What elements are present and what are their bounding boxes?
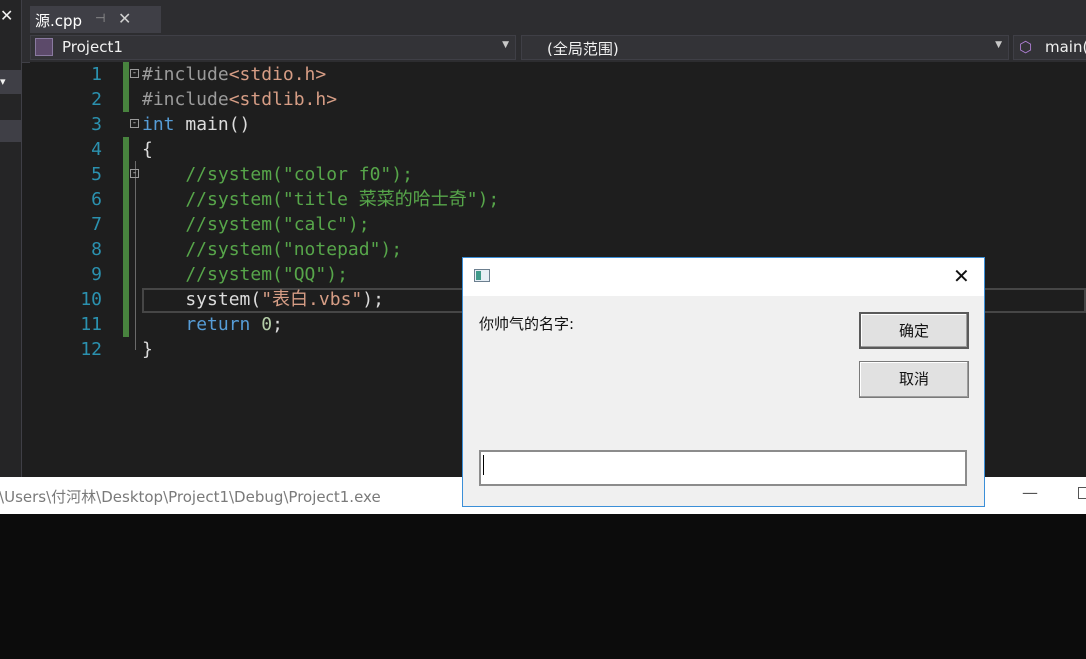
fold-toggle-icon[interactable]: - <box>130 169 139 178</box>
change-marker <box>123 137 129 162</box>
code-line[interactable]: 1 - #include<stdio.h> <box>30 62 1086 87</box>
console-output <box>0 514 1086 659</box>
code-text: } <box>142 339 153 360</box>
code-text: { <box>142 139 153 160</box>
close-icon[interactable]: ✕ <box>118 9 131 28</box>
code-text: int main() <box>142 114 251 135</box>
code-text: #include<stdlib.h> <box>142 89 338 110</box>
line-number: 7 <box>91 214 102 235</box>
input-box-dialog: ✕ 你帅气的名字: 确定 取消 <box>462 257 985 507</box>
project-dropdown[interactable]: Project1 ▼ <box>30 35 516 60</box>
line-number: 9 <box>91 264 102 285</box>
change-marker <box>123 212 129 237</box>
code-line[interactable]: 6 //system("title 菜菜的哈士奇"); <box>30 187 1086 212</box>
fold-toggle-icon[interactable]: - <box>130 69 139 78</box>
navigation-bar: Project1 ▼ (全局范围) ▼ ⬡ main( <box>22 33 1086 63</box>
line-number: 4 <box>91 139 102 160</box>
maximize-icon[interactable] <box>1078 487 1086 499</box>
cancel-button[interactable]: 取消 <box>859 361 969 398</box>
line-number: 5 <box>91 164 102 185</box>
close-icon[interactable]: ✕ <box>0 8 13 24</box>
code-text: //system("calc"); <box>142 214 370 235</box>
code-text: //system("color f0"); <box>142 164 413 185</box>
fold-toggle-icon[interactable]: - <box>130 119 139 128</box>
tab-source-cpp[interactable]: 源.cpp ⊣ ✕ <box>30 6 161 33</box>
line-number: 6 <box>91 189 102 210</box>
code-text: //system("title 菜菜的哈士奇"); <box>142 189 500 210</box>
project-icon <box>35 38 53 56</box>
member-name: main( <box>1045 38 1086 56</box>
change-marker <box>123 187 129 212</box>
code-text: //system("QQ"); <box>142 264 348 285</box>
change-marker <box>123 62 129 87</box>
code-line[interactable]: 3 - int main() <box>30 112 1086 137</box>
close-icon[interactable]: ✕ <box>953 264 970 288</box>
scope-name: (全局范围) <box>547 40 619 58</box>
code-line[interactable]: 2 #include<stdlib.h> <box>30 87 1086 112</box>
line-number: 12 <box>80 339 102 360</box>
line-number: 11 <box>80 314 102 335</box>
text-caret <box>483 455 484 475</box>
ok-button[interactable]: 确定 <box>859 312 969 349</box>
document-tab-bar: 源.cpp ⊣ ✕ <box>22 0 1086 33</box>
code-text: //system("notepad"); <box>142 239 403 260</box>
change-marker <box>123 262 129 287</box>
change-marker <box>123 237 129 262</box>
dialog-title-bar[interactable]: ✕ <box>463 258 984 296</box>
tab-label: 源.cpp <box>35 12 83 30</box>
line-number: 3 <box>91 114 102 135</box>
member-dropdown[interactable]: ⬡ main( <box>1013 35 1086 60</box>
console-window-title: :\Users\付河林\Desktop\Project1\Debug\Proje… <box>0 488 381 506</box>
cube-icon: ⬡ <box>1019 38 1033 56</box>
change-marker <box>123 287 129 312</box>
code-text: #include<stdio.h> <box>142 64 327 85</box>
prompt-label: 你帅气的名字: <box>479 315 575 333</box>
change-marker <box>123 87 129 112</box>
change-marker <box>123 312 129 337</box>
chevron-down-icon: ▼ <box>995 40 1002 50</box>
name-input[interactable] <box>479 450 967 486</box>
pin-icon[interactable]: ⊣ <box>95 11 105 25</box>
line-number: 8 <box>91 239 102 260</box>
chevron-down-icon: ▼ <box>502 40 509 50</box>
window-app-icon <box>474 269 490 282</box>
project-name: Project1 <box>62 38 123 56</box>
code-line[interactable]: 7 //system("calc"); <box>30 212 1086 237</box>
line-number: 10 <box>80 289 102 310</box>
change-marker <box>123 162 129 187</box>
code-line[interactable]: 4 { <box>30 137 1086 162</box>
code-text: return 0; <box>185 314 283 335</box>
side-panel: ✕ ▾ <box>0 0 22 477</box>
line-number: 2 <box>91 89 102 110</box>
scope-dropdown[interactable]: (全局范围) ▼ <box>521 35 1009 60</box>
code-line[interactable]: 5 - //system("color f0"); <box>30 162 1086 187</box>
code-text: system("表白.vbs"); <box>142 289 384 310</box>
side-panel-selected-item[interactable] <box>0 120 21 142</box>
minimize-icon[interactable]: — <box>1022 483 1038 502</box>
line-number: 1 <box>91 64 102 85</box>
chevron-down-icon[interactable]: ▾ <box>0 70 21 94</box>
